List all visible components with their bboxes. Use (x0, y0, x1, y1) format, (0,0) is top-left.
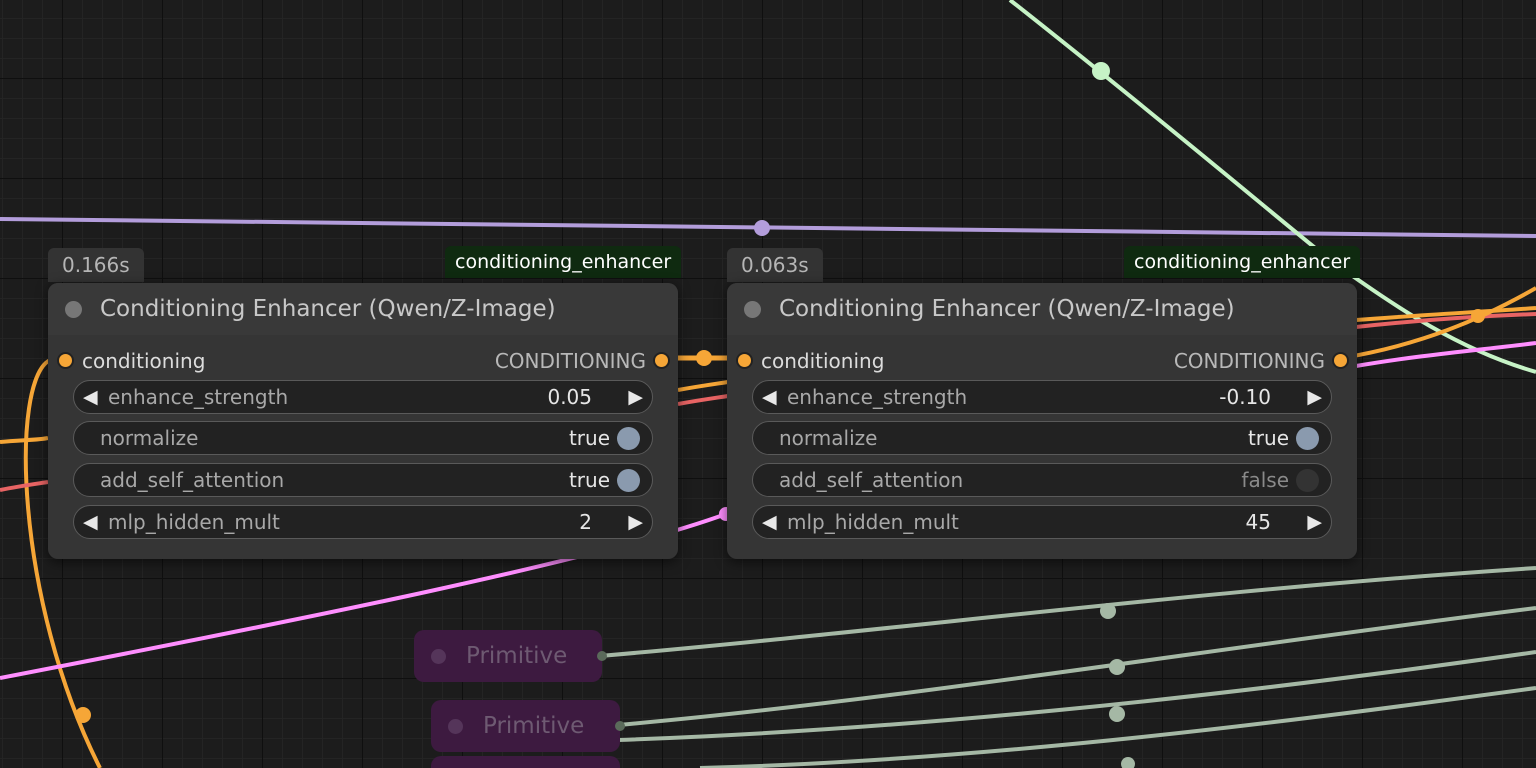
io-row: conditioning CONDITIONING (48, 343, 678, 379)
node-title: Conditioning Enhancer (Qwen/Z-Image) (100, 296, 556, 322)
input-slot-conditioning[interactable] (738, 354, 751, 367)
input-label: conditioning (761, 349, 885, 373)
link-midpoint[interactable] (1092, 62, 1110, 80)
output-slot-conditioning[interactable] (1334, 354, 1347, 367)
execution-time-badge: 0.063s (727, 248, 823, 282)
widget-label: add_self_attention (100, 468, 285, 492)
link-midpoint[interactable] (1109, 659, 1125, 675)
collapse-dot-icon[interactable] (431, 649, 446, 664)
link-conditioning-in[interactable] (0, 436, 49, 444)
node-title: Primitive (466, 643, 568, 669)
link-midpoint[interactable] (1471, 309, 1485, 323)
collapse-dot-icon[interactable] (448, 719, 463, 734)
conditioning-enhancer-node[interactable]: Conditioning Enhancer (Qwen/Z-Image) con… (727, 283, 1357, 559)
collapse-dot-icon[interactable] (744, 301, 761, 318)
output-slot[interactable] (615, 721, 625, 731)
input-label: conditioning (82, 349, 206, 373)
link-red-pass[interactable] (677, 394, 729, 406)
toggle-knob-icon[interactable] (617, 427, 640, 450)
enhance-strength-widget[interactable]: ◀ enhance_strength -0.10 ▶ (752, 380, 1332, 414)
normalize-toggle[interactable]: normalize true (73, 421, 653, 455)
conditioning-enhancer-node[interactable]: Conditioning Enhancer (Qwen/Z-Image) con… (48, 283, 678, 559)
node-header[interactable]: Conditioning Enhancer (Qwen/Z-Image) (727, 283, 1357, 335)
widget-value: false (1241, 468, 1289, 492)
widget-value: 0.05 (547, 385, 592, 409)
decrement-arrow-icon[interactable]: ◀ (83, 506, 98, 538)
node-header[interactable]: Conditioning Enhancer (Qwen/Z-Image) (48, 283, 678, 335)
link-orange-pass[interactable] (677, 380, 729, 392)
io-row: conditioning CONDITIONING (727, 343, 1357, 379)
widget-value: 45 (1245, 510, 1271, 534)
primitive-node[interactable]: Primitive (414, 630, 607, 682)
link-midpoint[interactable] (1109, 706, 1125, 722)
link-red[interactable] (0, 480, 49, 492)
widget-label: normalize (779, 426, 878, 450)
decrement-arrow-icon[interactable]: ◀ (83, 381, 98, 413)
primitive-node[interactable]: Primitive (431, 700, 625, 752)
link-midpoint[interactable] (75, 707, 91, 723)
widget-value: true (1247, 426, 1289, 450)
increment-arrow-icon[interactable]: ▶ (628, 381, 643, 413)
widget-label: normalize (100, 426, 199, 450)
primitive-node-partial[interactable] (431, 756, 620, 768)
widget-label: add_self_attention (779, 468, 964, 492)
normalize-toggle[interactable]: normalize true (752, 421, 1332, 455)
link-int-1[interactable] (599, 566, 1536, 658)
mlp-hidden-mult-widget[interactable]: ◀ mlp_hidden_mult 45 ▶ (752, 505, 1332, 539)
node-title: Primitive (483, 713, 585, 739)
increment-arrow-icon[interactable]: ▶ (1307, 506, 1322, 538)
widget-label: enhance_strength (787, 385, 968, 409)
node-type-badge: conditioning_enhancer (445, 246, 682, 278)
collapse-dot-icon[interactable] (65, 301, 82, 318)
widget-label: mlp_hidden_mult (108, 510, 280, 534)
enhance-strength-widget[interactable]: ◀ enhance_strength 0.05 ▶ (73, 380, 653, 414)
increment-arrow-icon[interactable]: ▶ (1307, 381, 1322, 413)
increment-arrow-icon[interactable]: ▶ (628, 506, 643, 538)
graph-canvas[interactable]: 0.166s conditioning_enhancer Conditionin… (0, 0, 1536, 768)
link-midpoint[interactable] (1121, 757, 1135, 768)
decrement-arrow-icon[interactable]: ◀ (762, 381, 777, 413)
link-int-3[interactable] (617, 650, 1536, 742)
widget-value: 2 (579, 510, 592, 534)
output-label: CONDITIONING (494, 349, 646, 373)
widget-value: true (568, 468, 610, 492)
widget-label: mlp_hidden_mult (787, 510, 959, 534)
link-red-out[interactable] (1355, 312, 1536, 329)
output-slot[interactable] (597, 651, 607, 661)
widget-value: true (568, 426, 610, 450)
toggle-knob-icon[interactable] (1296, 469, 1319, 492)
add-self-attention-toggle[interactable]: add_self_attention true (73, 463, 653, 497)
link-midpoint[interactable] (754, 220, 770, 236)
widget-label: enhance_strength (108, 385, 289, 409)
node-type-badge: conditioning_enhancer (1124, 246, 1361, 278)
add-self-attention-toggle[interactable]: add_self_attention false (752, 463, 1332, 497)
link-midpoint[interactable] (1100, 603, 1116, 619)
output-label: CONDITIONING (1173, 349, 1325, 373)
mlp-hidden-mult-widget[interactable]: ◀ mlp_hidden_mult 2 ▶ (73, 505, 653, 539)
execution-time-badge: 0.166s (48, 248, 144, 282)
output-slot-conditioning[interactable] (655, 354, 668, 367)
decrement-arrow-icon[interactable]: ◀ (762, 506, 777, 538)
toggle-knob-icon[interactable] (617, 469, 640, 492)
link-midpoint[interactable] (696, 350, 712, 366)
widget-value: -0.10 (1219, 385, 1271, 409)
node-title: Conditioning Enhancer (Qwen/Z-Image) (779, 296, 1235, 322)
input-slot-conditioning[interactable] (59, 354, 72, 367)
toggle-knob-icon[interactable] (1296, 427, 1319, 450)
